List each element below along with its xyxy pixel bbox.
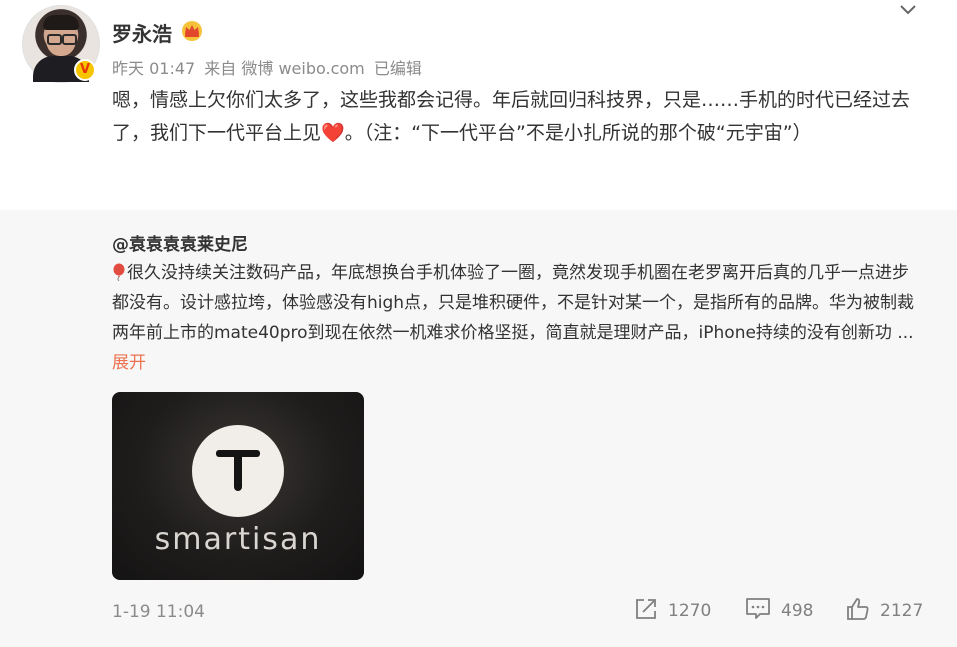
heart-emoji-icon: ❤️ (321, 122, 345, 144)
verified-badge-icon: V (74, 59, 96, 81)
like-count: 2127 (880, 601, 924, 621)
avatar-hair (43, 15, 79, 30)
weibo-post: V 罗永浩 昨天 01:47 来自 微博 weibo.com 已编辑 嗯，情感上… (0, 0, 957, 210)
comment-count: 498 (781, 601, 814, 621)
avatar-glasses-left (47, 34, 62, 45)
chevron-down-icon[interactable] (898, 2, 918, 18)
smartisan-logo-icon (192, 425, 284, 517)
repost-text: 很久没持续关注数码产品，年底想换台手机体验了一圈，竟然发现手机圈在老罗离开后真的… (112, 258, 924, 378)
logo-t-stem (234, 453, 242, 491)
post-text: 嗯，情感上欠你们太多了，这些我都会记得。年后就回归科技界，只是……手机的时代已经… (112, 84, 924, 150)
like-button[interactable]: 2127 (846, 597, 923, 627)
post-source: 来自 微博 weibo.com (204, 59, 365, 78)
crown-vip-icon[interactable] (180, 19, 204, 41)
comment-button[interactable]: 498 (745, 597, 813, 627)
avatar-glasses-right (62, 34, 77, 45)
repost-button[interactable]: 1270 (634, 597, 711, 627)
comment-icon (746, 598, 770, 619)
edited-label[interactable]: 已编辑 (374, 59, 422, 78)
post-time[interactable]: 昨天 01:47 (112, 59, 195, 78)
smartisan-wordmark: smartisan (154, 522, 322, 557)
author-name[interactable]: 罗永浩 (112, 18, 172, 47)
repost-body: 很久没持续关注数码产品，年底想换台手机体验了一圈，竟然发现手机圈在老罗离开后真的… (112, 263, 915, 343)
repost-count: 1270 (668, 601, 712, 621)
expand-link[interactable]: 展开 (112, 353, 146, 373)
post-meta: 昨天 01:47 来自 微博 weibo.com 已编辑 (112, 55, 426, 79)
repost-author[interactable]: @袁袁袁袁莱史尼 (112, 230, 248, 255)
share-icon (636, 599, 656, 619)
thumbs-up-icon (847, 598, 869, 620)
repost-ellipsis: ... (891, 323, 914, 343)
post-text-part2: 。（注：“下一代平台”不是小扎所说的那个破“元宇宙”） (344, 122, 812, 144)
repost-time[interactable]: 1-19 11:04 (112, 602, 205, 622)
balloon-icon (113, 263, 125, 281)
smartisan-image[interactable]: smartisan (112, 392, 364, 580)
reposted-content: @袁袁袁袁莱史尼 很久没持续关注数码产品，年底想换台手机体验了一圈，竟然发现手机… (0, 210, 957, 647)
